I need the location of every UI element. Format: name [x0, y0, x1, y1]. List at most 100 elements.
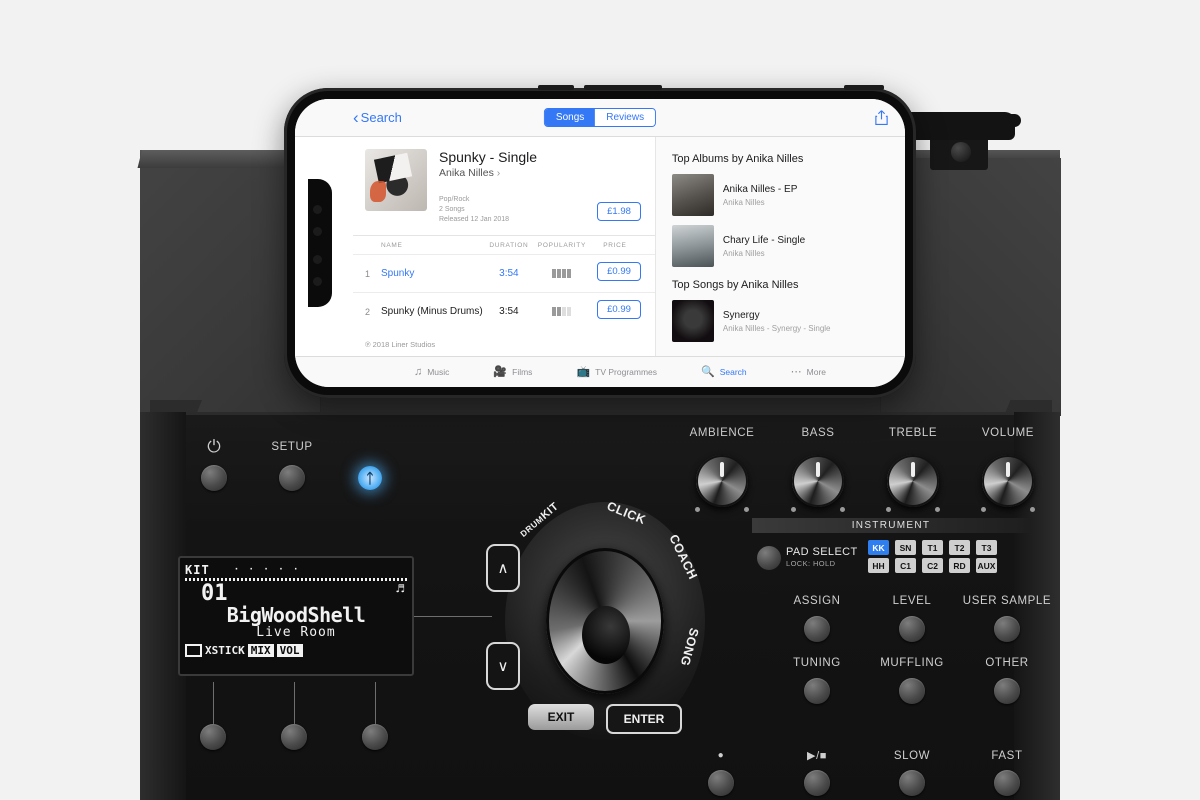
lcd-vol-label: VOL: [276, 644, 303, 657]
album-thumbnail: [671, 225, 714, 267]
knob-max-dot: [744, 507, 749, 512]
wheel-up-button[interactable]: ∧: [486, 544, 520, 592]
wheel-dial[interactable]: [546, 548, 664, 694]
track-number: 1: [365, 268, 371, 279]
setup-button[interactable]: [279, 465, 305, 491]
power-icon: ⏻: [207, 437, 221, 456]
user-sample-label: USER SAMPLE: [962, 595, 1052, 607]
pad-button-kk[interactable]: KK: [868, 540, 889, 555]
album-subdetails: Pop/Rock 2 Songs Released 12 Jan 2018: [439, 195, 597, 225]
knob-max-dot: [935, 507, 940, 512]
album-thumbnail: [671, 174, 714, 216]
tab-search[interactable]: 🔍 Search: [701, 365, 747, 378]
track-price-button[interactable]: £0.99: [597, 262, 641, 282]
lcd-kit-name: BigWoodShell: [226, 603, 366, 627]
pad-button-t1[interactable]: T1: [922, 540, 943, 555]
play-stop-button[interactable]: [804, 770, 830, 796]
table-row[interactable]: 1 Spunky 3:54 £0.99: [353, 254, 655, 292]
fast-button[interactable]: [994, 770, 1020, 796]
user-sample-button[interactable]: [994, 616, 1020, 642]
songs-reviews-segmented-control[interactable]: Songs Reviews: [543, 108, 657, 127]
album-name: Chary Life - Single: [722, 234, 806, 246]
album-artist-link[interactable]: Anika Nilles ›: [439, 167, 597, 179]
track-table-header: NAME DURATION POPULARITY PRICE: [353, 235, 655, 254]
phone-button-volume-up[interactable]: [538, 85, 574, 90]
navigation-wheel: DRUMKIT CLICK COACH SONG EXIT ENTER ∧ ∨: [486, 490, 720, 752]
slow-label: SLOW: [893, 750, 931, 762]
face-id-sensor-icon: [313, 227, 322, 236]
track-price-button[interactable]: £0.99: [597, 300, 641, 320]
volume-knob-label: VOLUME: [981, 427, 1035, 439]
bass-knob[interactable]: [791, 455, 845, 512]
album-header: Spunky - Single Anika Nilles › Pop/Rock …: [353, 137, 655, 235]
level-button[interactable]: [899, 616, 925, 642]
search-icon: 🔍: [701, 365, 715, 378]
tab-music[interactable]: ♫ Music: [414, 366, 450, 378]
pad-button-sn[interactable]: SN: [895, 540, 916, 555]
assign-button[interactable]: [804, 616, 830, 642]
lcd-soft-button-2[interactable]: [281, 724, 307, 750]
segment-songs[interactable]: Songs: [544, 109, 596, 126]
tab-tv-programmes[interactable]: 📺 TV Programmes: [576, 365, 658, 378]
album-genre: Pop/Rock: [439, 196, 470, 203]
album-price-button[interactable]: £1.98: [597, 202, 641, 222]
back-button-label: Search: [360, 110, 402, 125]
list-item[interactable]: Anika Nilles - EP Anika Nilles: [671, 174, 891, 216]
track-popularity-meter: [535, 269, 589, 279]
list-item[interactable]: Chary Life - Single Anika Nilles: [671, 225, 891, 267]
top-albums-heading: Top Albums by Anika Nilles: [671, 153, 804, 165]
lcd-soft-button-3[interactable]: [362, 724, 388, 750]
wheel-down-button[interactable]: ∨: [486, 642, 520, 690]
tuning-button[interactable]: [804, 678, 830, 704]
list-item[interactable]: Synergy Anika Nilles - Synergy - Single: [671, 300, 891, 342]
pad-button-c1[interactable]: C1: [895, 558, 916, 573]
pad-button-t2[interactable]: T2: [949, 540, 970, 555]
power-button[interactable]: [201, 465, 227, 491]
proximity-sensor-icon: [313, 255, 322, 264]
pad-button-c2[interactable]: C2: [922, 558, 943, 573]
other-label: OTHER: [985, 657, 1029, 669]
pad-button-t3[interactable]: T3: [976, 540, 997, 555]
back-to-search-button[interactable]: ‹ Search: [353, 109, 402, 126]
segment-reviews[interactable]: Reviews: [595, 109, 656, 126]
lcd-connector-line: [414, 616, 492, 617]
album-info: Chary Life - Single Anika Nilles: [723, 234, 805, 259]
tab-films[interactable]: 🎥 Films: [493, 366, 533, 378]
track-name[interactable]: Spunky (Minus Drums): [381, 306, 483, 317]
pad-button-hh[interactable]: HH: [868, 558, 889, 573]
album-artist: Anika Nilles: [722, 198, 765, 208]
tv-icon: 📺: [576, 365, 591, 378]
play-stop-icon: ▶/■: [807, 750, 827, 762]
treble-knob[interactable]: [886, 455, 940, 512]
tab-music-label: Music: [427, 367, 450, 377]
track-name[interactable]: Spunky: [381, 268, 483, 279]
enter-button[interactable]: ENTER: [606, 704, 682, 734]
record-button[interactable]: [708, 770, 734, 796]
tab-films-label: Films: [512, 367, 533, 377]
tab-more[interactable]: ⋯ More: [790, 365, 826, 378]
table-row[interactable]: 2 Spunky (Minus Drums) 3:54 £0.99: [353, 292, 655, 330]
chevron-right-icon: ›: [496, 167, 501, 179]
lcd-soft-button-1[interactable]: [200, 724, 226, 750]
other-button[interactable]: [994, 678, 1020, 704]
ellipsis-icon: ⋯: [790, 365, 802, 378]
music-note-icon: ♬: [396, 582, 404, 597]
volume-knob[interactable]: [981, 455, 1035, 512]
exit-button[interactable]: EXIT: [528, 704, 594, 730]
album-info: Anika Nilles - EP Anika Nilles: [723, 183, 797, 208]
lcd-kit-label: KIT: [185, 563, 210, 577]
instrument-select-knob[interactable]: [757, 546, 781, 570]
knob-indicator: [720, 462, 724, 477]
muffling-button[interactable]: [899, 678, 925, 704]
app-navigation-bar: ‹ Search Songs Reviews: [295, 99, 905, 137]
lcd-kit-number: 01: [201, 581, 228, 606]
lcd-mix-label: MIX: [247, 644, 274, 657]
phone-button-power[interactable]: [844, 85, 884, 90]
phone-holder-knob[interactable]: [951, 142, 971, 162]
share-icon[interactable]: [874, 109, 889, 126]
pad-button-rd[interactable]: RD: [949, 558, 970, 573]
slow-button[interactable]: [899, 770, 925, 796]
pad-button-aux[interactable]: AUX: [976, 558, 997, 573]
phone-button-volume-down[interactable]: [584, 85, 662, 90]
tab-tv-label: TV Programmes: [595, 367, 658, 377]
